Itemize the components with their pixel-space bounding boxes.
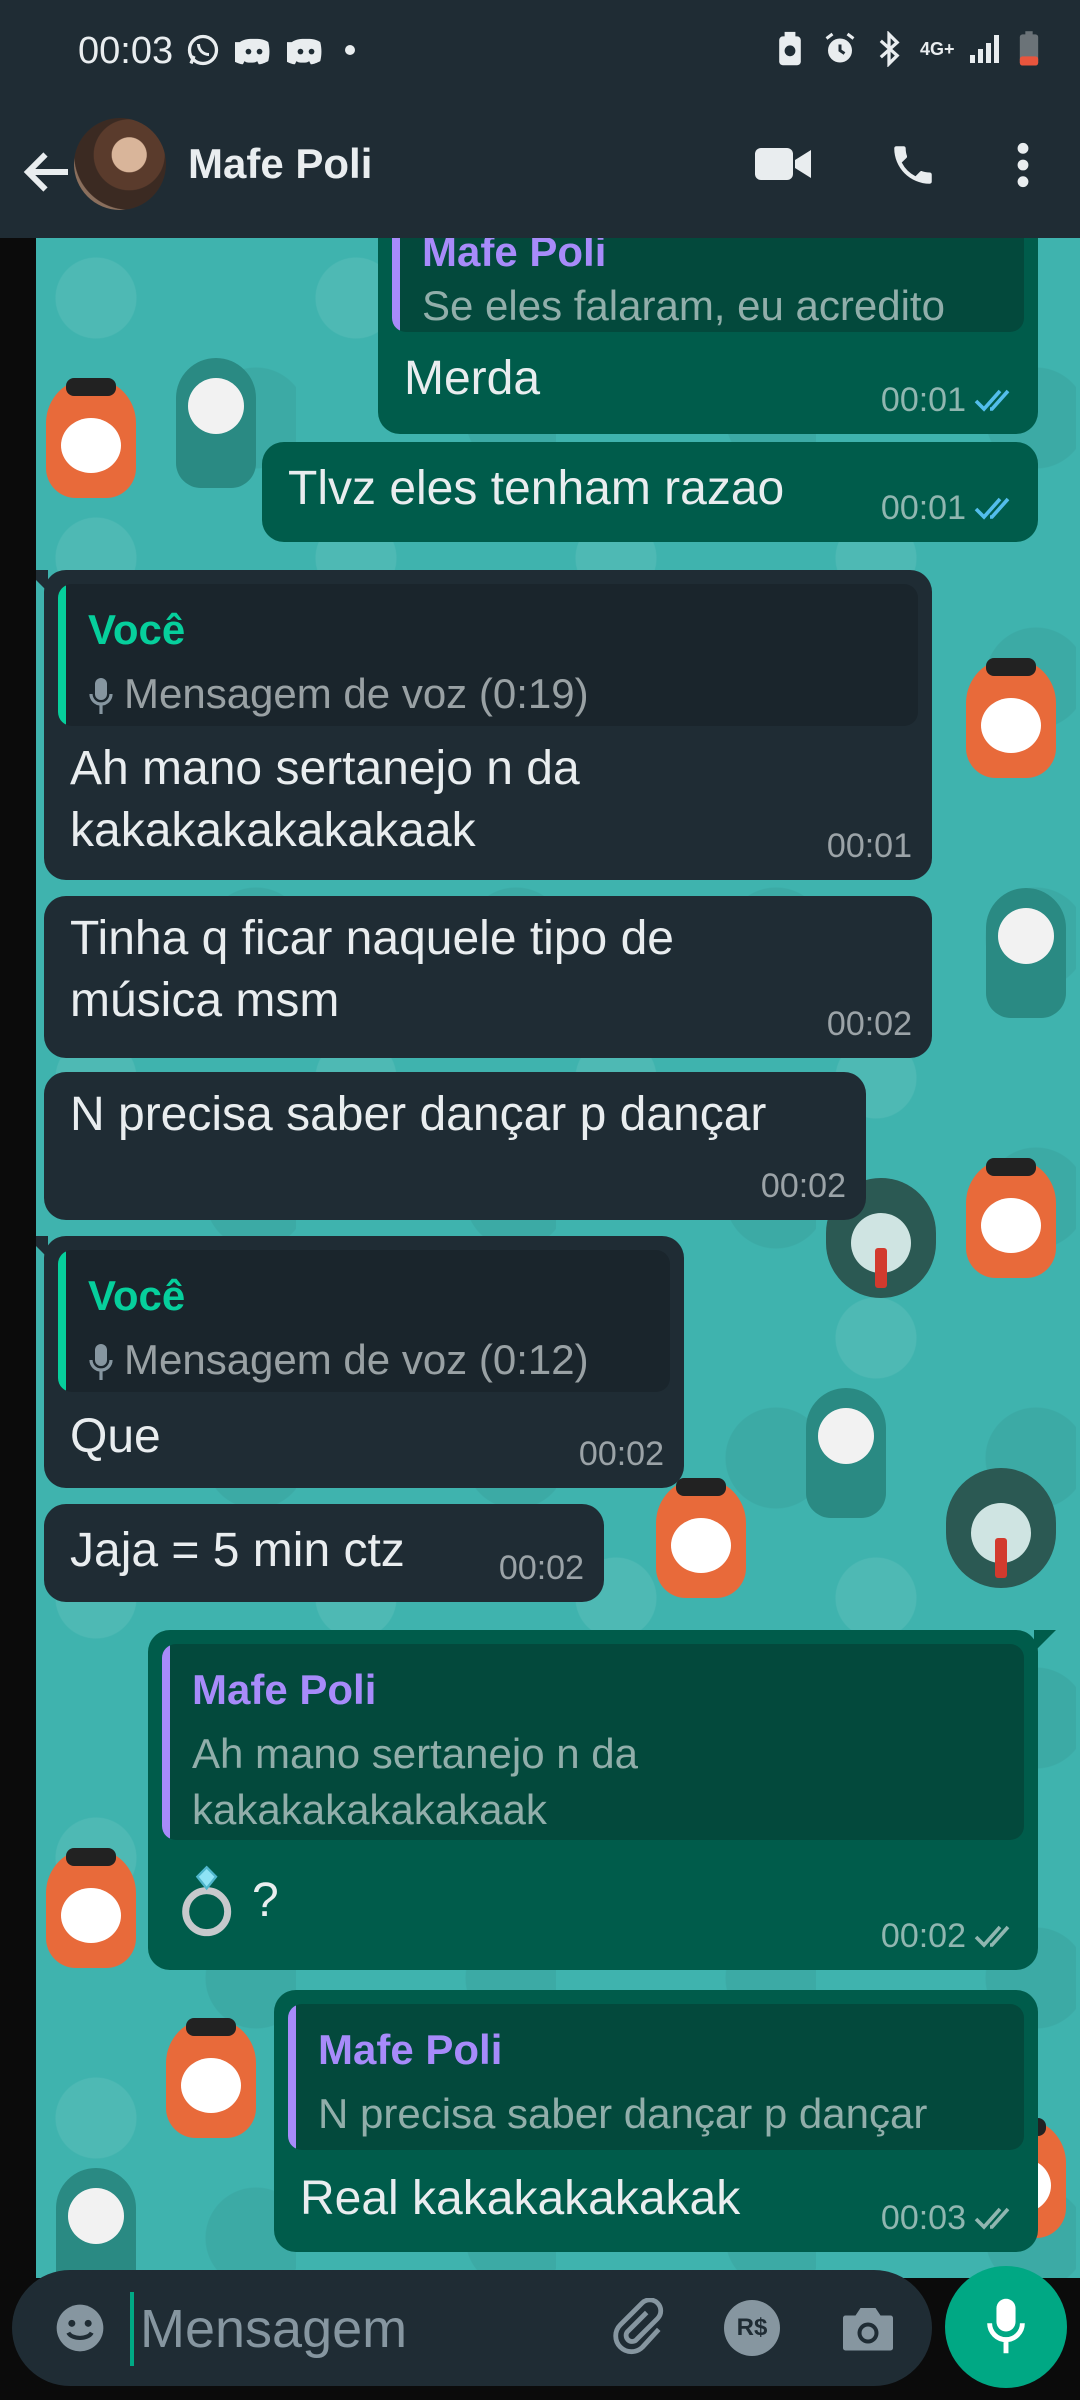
quote-author: Mafe Poli	[422, 238, 607, 275]
quote-text: Se eles falaram, eu acredito	[422, 282, 945, 329]
bluetooth-icon	[879, 31, 900, 67]
quote-text: Mensagem de voz (0:12)	[124, 1336, 589, 1383]
battery-icon	[1019, 31, 1039, 66]
discord-icon	[235, 38, 270, 65]
attach-icon[interactable]	[608, 2298, 666, 2356]
alarm-icon	[825, 32, 855, 63]
emoji-icon[interactable]	[52, 2300, 108, 2356]
camera-icon[interactable]	[838, 2300, 898, 2356]
reply-quote[interactable]: Você Mensagem de voz (0:12)	[58, 1250, 670, 1392]
message-time: 00:02	[760, 1167, 846, 1205]
back-arrow-icon[interactable]	[18, 142, 78, 202]
microphone-icon	[89, 678, 113, 714]
battery-saver-icon	[779, 31, 801, 66]
contact-name[interactable]: Mafe Poli	[188, 140, 372, 188]
message-bubble-incoming[interactable]: Você Mensagem de voz (0:12) Que 00:02	[36, 1236, 684, 1488]
message-bubble-outgoing[interactable]: Tlvz eles tenham razao 00:01	[262, 442, 1038, 542]
message-text-line: Tinha q ficar naquele tipo de	[70, 912, 674, 965]
message-text: Real kakakakakakak	[300, 2172, 741, 2225]
status-time: 00:03	[78, 30, 174, 72]
message-bubble-incoming[interactable]: Você Mensagem de voz (0:19) Ah mano sert…	[36, 570, 932, 880]
chat-header: Mafe Poli	[0, 110, 1080, 238]
message-text: Tlvz eles tenham razao	[288, 462, 785, 515]
message-time: 00:01	[880, 489, 966, 527]
signal-icon	[970, 35, 999, 63]
message-bubble-incoming[interactable]: Jaja = 5 min ctz 00:02	[44, 1504, 604, 1602]
message-time: 00:01	[826, 827, 912, 865]
message-bubble-incoming[interactable]: Tinha q ficar naquele tipo de música msm…	[44, 896, 932, 1058]
message-time: 00:03	[880, 2199, 966, 2237]
payment-icon[interactable]: R$	[724, 2300, 780, 2356]
voice-call-icon[interactable]	[888, 140, 938, 190]
message-time: 00:02	[498, 1549, 584, 1587]
microphone-icon	[89, 1344, 113, 1380]
quote-text: N precisa saber dançar p dançar	[318, 2090, 928, 2137]
status-bar: 00:03 4G+	[0, 0, 1080, 110]
message-time: 00:02	[578, 1435, 664, 1473]
message-time: 00:02	[880, 1917, 966, 1955]
message-time: 00:01	[880, 381, 966, 419]
network-type-label: 4G+	[920, 39, 955, 59]
read-ticks-icon	[974, 497, 1010, 520]
message-text-line: kakakakakakakaak	[70, 804, 476, 857]
message-composer: R$	[12, 2270, 932, 2386]
message-text-line: música msm	[70, 974, 340, 1027]
quote-author: Mafe Poli	[318, 2026, 503, 2073]
reply-quote[interactable]: Mafe Poli N precisa saber dançar p dança…	[288, 2004, 1024, 2150]
reply-quote[interactable]: Mafe Poli Se eles falaram, eu acredito	[392, 238, 1024, 332]
chat-area[interactable]: Mafe Poli Se eles falaram, eu acredito M…	[36, 238, 1080, 2278]
delivered-ticks-icon	[974, 1925, 1010, 1948]
delivered-ticks-icon	[974, 2207, 1010, 2230]
more-options-icon[interactable]	[1008, 140, 1038, 190]
message-bubble-incoming[interactable]: N precisa saber dançar p dançar 00:02	[44, 1072, 866, 1220]
message-text: N precisa saber dançar p dançar	[70, 1088, 767, 1141]
message-input[interactable]	[130, 2292, 582, 2366]
quote-text: Mensagem de voz (0:19)	[124, 670, 589, 717]
message-text: ?	[252, 1874, 279, 1927]
quote-author: Mafe Poli	[192, 1666, 377, 1713]
notification-dot	[345, 45, 355, 55]
quote-author: Você	[88, 606, 186, 653]
contact-avatar[interactable]	[74, 118, 166, 210]
mic-icon	[987, 2298, 1025, 2354]
message-time: 00:02	[826, 1005, 912, 1043]
reply-quote[interactable]: Você Mensagem de voz (0:19)	[58, 584, 918, 726]
message-text: Jaja = 5 min ctz	[70, 1524, 405, 1577]
reply-quote[interactable]: Mafe Poli Ah mano sertanejo n da kakakak…	[162, 1644, 1024, 1840]
quote-author: Você	[88, 1272, 186, 1319]
message-text-line: Ah mano sertanejo n da	[70, 742, 580, 795]
discord-icon	[287, 38, 322, 65]
message-bubble-outgoing[interactable]: Mafe Poli Se eles falaram, eu acredito M…	[378, 238, 1038, 434]
message-text: Que	[70, 1410, 161, 1463]
ring-emoji-icon	[182, 1865, 232, 1937]
video-call-icon[interactable]	[755, 144, 813, 184]
message-text: Merda	[404, 352, 541, 405]
message-bubble-outgoing[interactable]: Mafe Poli N precisa saber dançar p dança…	[274, 1990, 1038, 2252]
payment-label: R$	[736, 2314, 768, 2341]
message-bubble-outgoing[interactable]: Mafe Poli Ah mano sertanejo n da kakakak…	[148, 1630, 1056, 1970]
quote-text-line: Ah mano sertanejo n da	[192, 1730, 638, 1777]
read-ticks-icon	[974, 389, 1010, 412]
quote-text-line: kakakakakakakaak	[192, 1786, 547, 1833]
screen-edge	[0, 238, 36, 2278]
whatsapp-icon	[187, 34, 219, 66]
voice-message-button[interactable]	[945, 2266, 1067, 2388]
